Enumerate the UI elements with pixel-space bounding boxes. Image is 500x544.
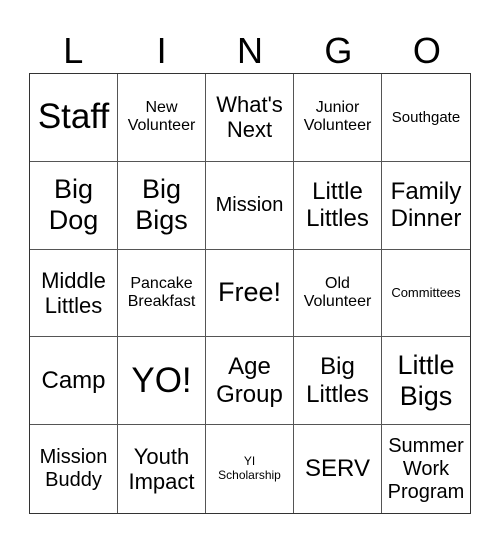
bingo-cell-label: Staff (37, 97, 110, 137)
bingo-cell-label: Committees (391, 284, 461, 300)
bingo-cell-label: SERV (305, 455, 370, 483)
bingo-cell[interactable]: Mission (206, 161, 294, 250)
bingo-cell[interactable]: Middle Littles (30, 249, 118, 338)
bingo-cell[interactable]: Summer Work Program (382, 425, 470, 513)
header-letter-o: O (412, 30, 441, 71)
bingo-cell-label: Camp (41, 366, 106, 394)
bingo-header: L I N G O (29, 28, 471, 74)
bingo-cell[interactable]: Mission Buddy (30, 425, 118, 513)
bingo-cell[interactable]: Family Dinner (382, 162, 470, 250)
bingo-cell[interactable]: Southgate (382, 74, 470, 162)
bingo-cell-label: Little Littles (306, 177, 369, 233)
bingo-cell-label: What's Next (216, 92, 283, 143)
bingo-cell-label: Free! (217, 277, 282, 308)
bingo-cell[interactable]: Little Littles (294, 161, 382, 250)
bingo-cell[interactable]: Old Volunteer (294, 249, 382, 338)
header-letter-n: N (237, 30, 264, 71)
bingo-cell-label: Middle Littles (41, 267, 106, 318)
bingo-card-grid: Staff New Volunteer What's Next Junior Volu… (29, 73, 471, 514)
bingo-cell[interactable]: Little Bigs (382, 337, 470, 426)
bingo-cell-label: YI Scholarship (218, 454, 281, 483)
header-letter-i: I (156, 30, 167, 71)
bingo-cell[interactable]: Age Group (206, 337, 294, 426)
bingo-cell-label: Old Volunteer (303, 274, 372, 310)
bingo-cell-label: Little Bigs (397, 349, 455, 411)
header-letter-g: G (324, 30, 353, 71)
bingo-cell[interactable]: Pancake Breakfast (118, 249, 206, 338)
bingo-cell-label: Mission (215, 193, 284, 216)
bingo-cell[interactable]: Junior Volunteer (294, 74, 382, 162)
bingo-cell[interactable]: Staff (30, 74, 118, 162)
bingo-cell-label: Mission Buddy (39, 446, 108, 492)
bingo-cell[interactable]: Camp (30, 337, 118, 426)
bingo-cell-label: Pancake Breakfast (127, 274, 196, 310)
bingo-cell[interactable]: SERV (294, 425, 382, 513)
bingo-cell-label: Big Littles (306, 353, 369, 408)
bingo-cell[interactable]: Big Bigs (118, 161, 206, 250)
bingo-cell[interactable]: New Volunteer (118, 74, 206, 162)
bingo-cell-label: Junior Volunteer (303, 99, 372, 135)
bingo-cell-label: Age Group (216, 353, 283, 408)
header-letter-l: L (63, 30, 84, 71)
bingo-cell-label: YO! (131, 360, 192, 400)
bingo-cell[interactable]: What's Next (206, 74, 294, 162)
bingo-cell-label: Summer Work Program (387, 434, 465, 503)
bingo-cell[interactable]: Big Dog (30, 161, 118, 250)
bingo-cell-label: Southgate (391, 108, 461, 126)
bingo-cell-label: Family Dinner (390, 177, 462, 233)
bingo-cell[interactable]: YO! (118, 337, 206, 426)
bingo-cell[interactable]: YI Scholarship (206, 425, 294, 513)
bingo-cell[interactable]: Free! (206, 249, 294, 338)
bingo-cell-label: Big Dog (48, 174, 99, 236)
bingo-cell[interactable]: Youth Impact (118, 425, 206, 513)
bingo-cell-label: Big Bigs (135, 174, 188, 236)
bingo-cell-label: Youth Impact (128, 443, 195, 495)
bingo-cell[interactable]: Committees (382, 250, 470, 338)
bingo-cell[interactable]: Big Littles (294, 337, 382, 426)
bingo-cell-label: New Volunteer (127, 99, 196, 135)
